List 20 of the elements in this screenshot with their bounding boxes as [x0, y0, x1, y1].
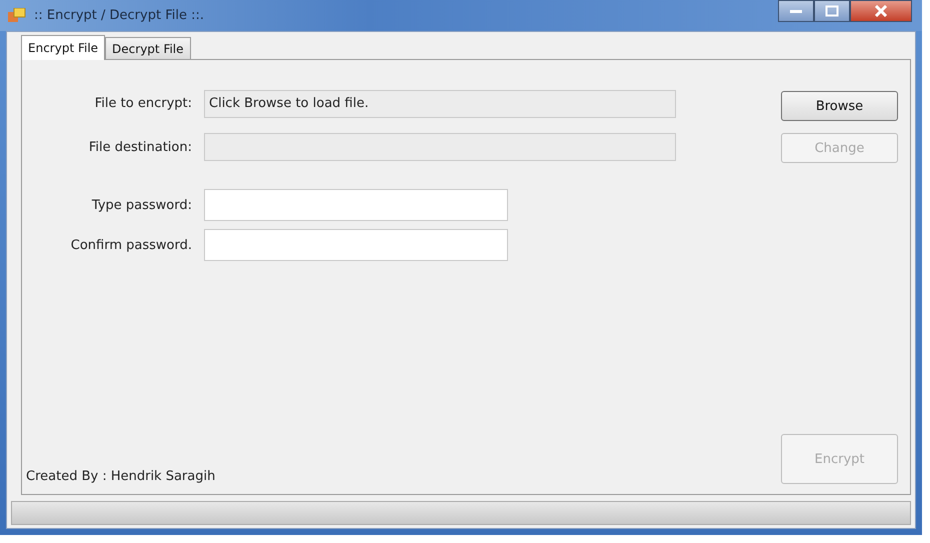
password-field[interactable] [204, 229, 508, 261]
tab[interactable]: Decrypt File [105, 37, 191, 59]
app-icon [8, 8, 26, 24]
field-label: File destination: [88, 140, 192, 155]
credit-text: Created By : Hendrik Saragih [26, 469, 216, 484]
close-icon [874, 5, 888, 17]
tab[interactable]: Encrypt File [21, 35, 106, 60]
maximize-icon [825, 5, 839, 17]
maximize-button[interactable] [814, 0, 850, 22]
input-field[interactable] [204, 133, 676, 162]
password-field[interactable] [204, 189, 508, 221]
minimize-button[interactable] [778, 0, 814, 22]
field-label: Type password: [90, 198, 192, 212]
window-title: :: Encrypt / Decrypt File ::. [34, 8, 204, 23]
field-label: File to encrypt: [94, 96, 192, 112]
minimize-icon [789, 8, 803, 14]
browse-button[interactable]: Browse [781, 91, 898, 121]
input-field[interactable]: Click Browse to load file. [204, 90, 676, 118]
field-label: Confirm password. [70, 238, 192, 252]
close-button[interactable] [850, 0, 912, 22]
